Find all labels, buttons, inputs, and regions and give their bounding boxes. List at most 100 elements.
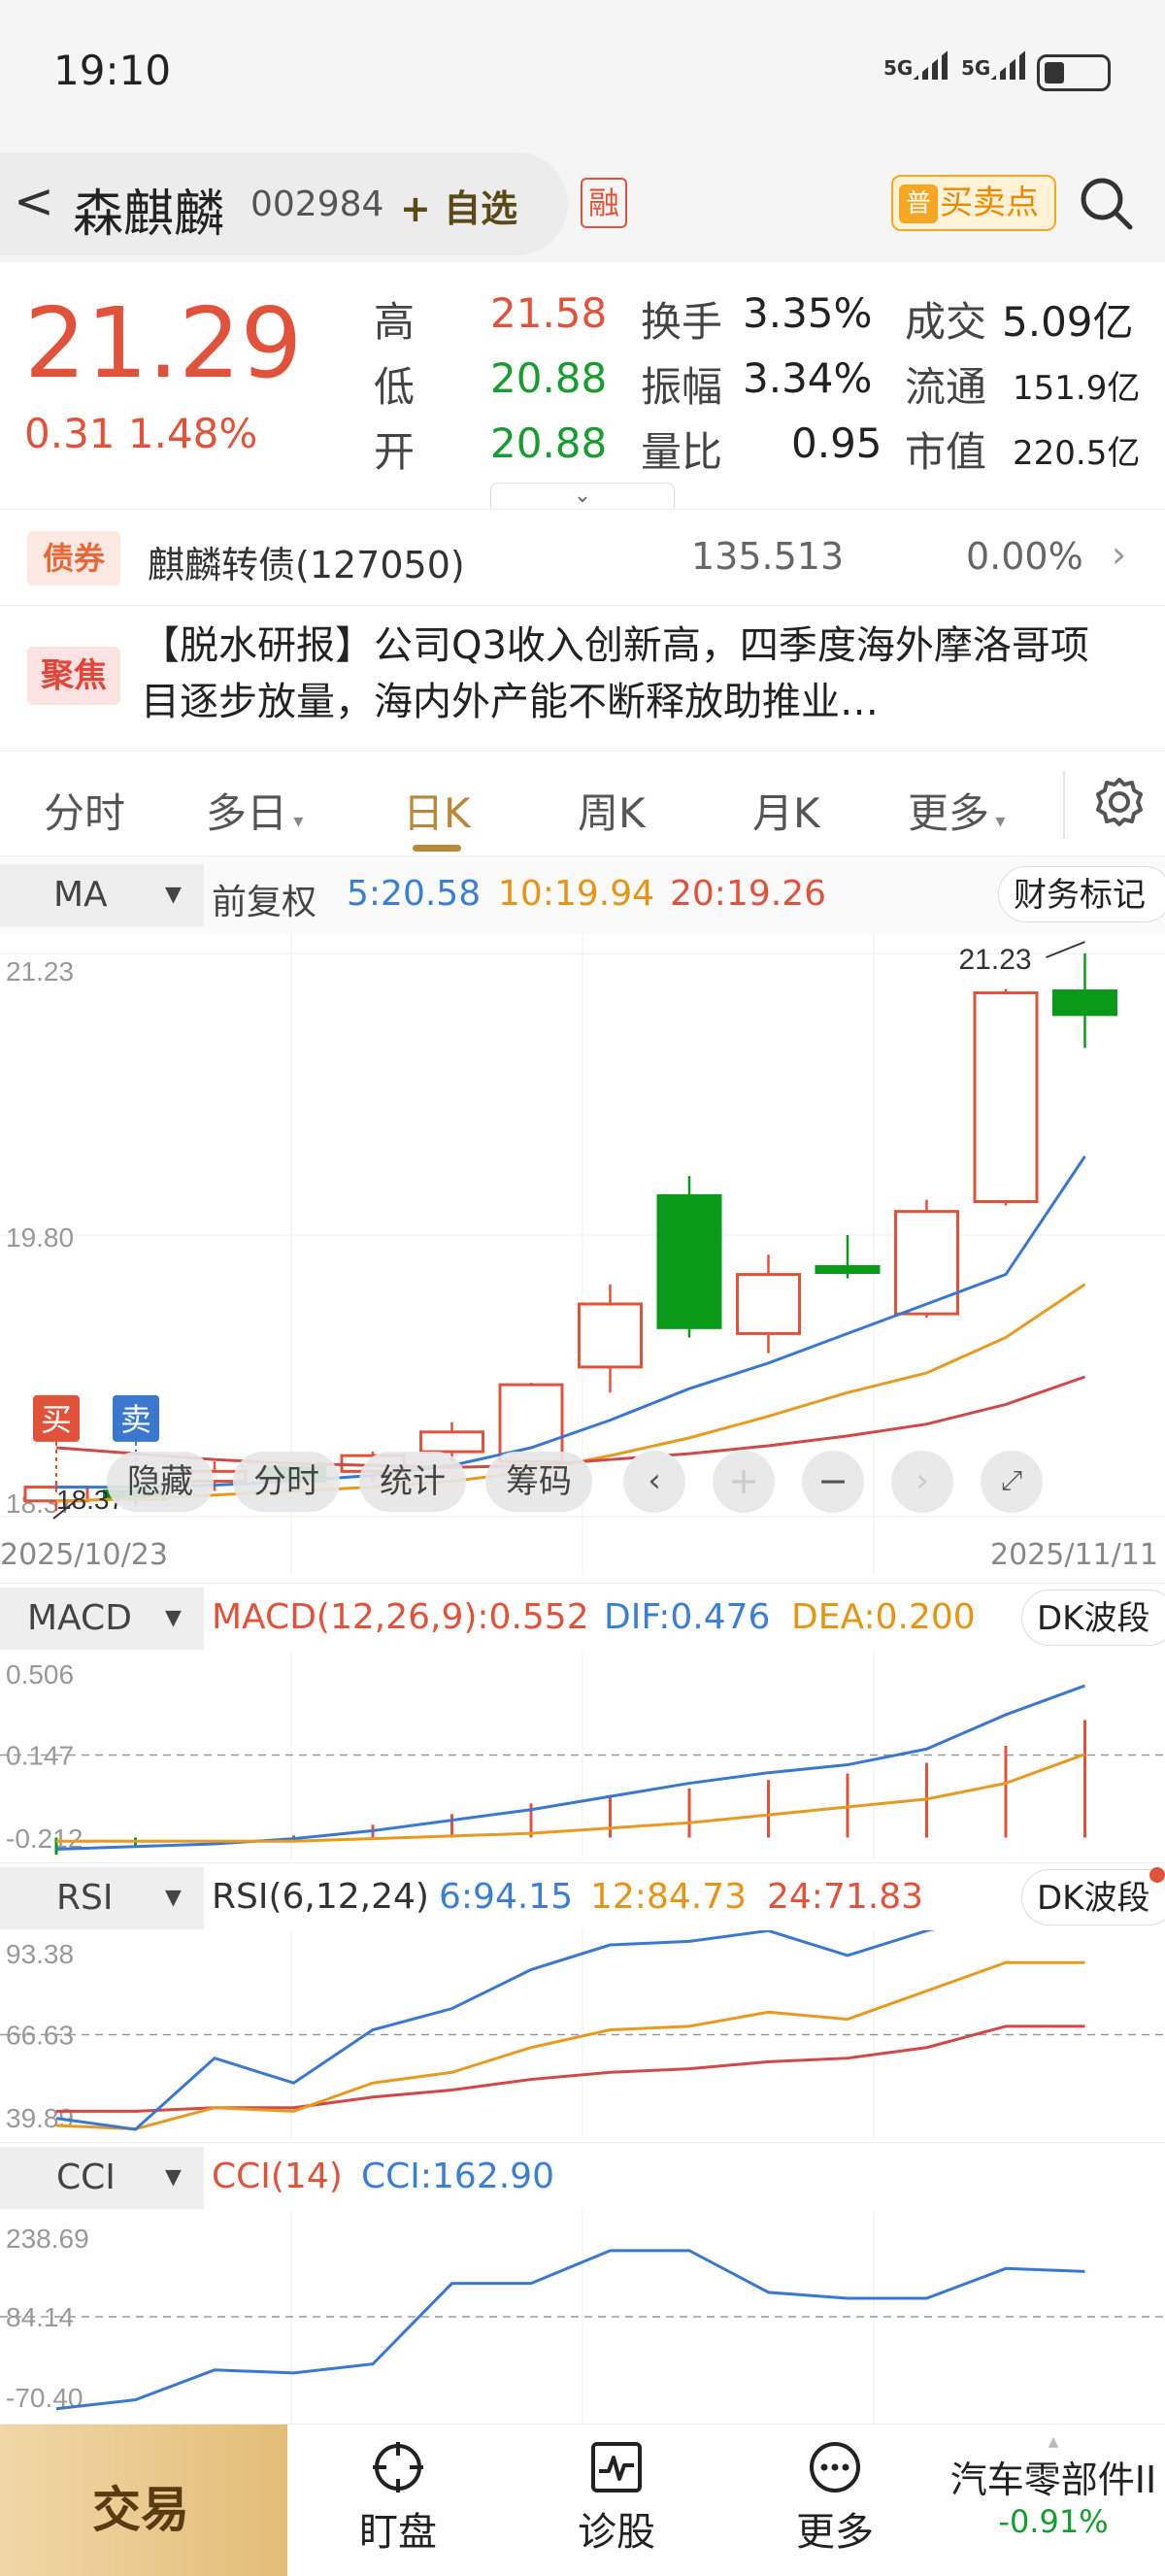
more-icon xyxy=(810,2442,860,2492)
hide-button[interactable]: 隐藏 xyxy=(107,1452,214,1512)
rsi-dk-button[interactable]: DK波段 xyxy=(1021,1869,1165,1925)
stats-button[interactable]: 统计 xyxy=(359,1452,466,1512)
y-axis-label: 0.506 xyxy=(6,1659,74,1689)
cci-selector[interactable]: CCI ▼ xyxy=(0,2147,204,2209)
tab-divider xyxy=(1063,771,1065,839)
zoom-out-icon[interactable]: − xyxy=(802,1451,864,1513)
macd-chart: 0.5060.147-0.212 xyxy=(0,1651,1165,1859)
candle-body xyxy=(1052,989,1117,1017)
market-cap-value: 220.5亿 xyxy=(1013,434,1141,473)
float-value: 151.9亿 xyxy=(1013,369,1141,408)
turnover-label: 换手 xyxy=(641,298,723,346)
tab-more[interactable]: 更多 ▾ xyxy=(908,781,1005,840)
trade-button[interactable]: 交易 xyxy=(0,2425,287,2576)
amplitude-value: 3.34% xyxy=(743,354,873,402)
deal-label: 成交 xyxy=(905,298,987,346)
candle-body xyxy=(815,1264,881,1275)
chevron-right-icon[interactable]: › xyxy=(891,1451,953,1513)
plus-icon: + xyxy=(400,187,445,230)
ma-selector[interactable]: MA ▼ xyxy=(0,864,204,926)
bond-badge: 债券 xyxy=(27,531,120,585)
tab-multiday[interactable]: 多日 ▾ xyxy=(206,781,303,840)
candle-body xyxy=(736,1273,801,1335)
tab-daily-k[interactable]: 日K xyxy=(403,781,471,840)
y-axis-label: 66.63 xyxy=(6,2021,74,2051)
dif-line xyxy=(55,1684,1086,1851)
adjust-mode[interactable]: 前复权 xyxy=(212,874,316,924)
macd-params: MACD(12,26,9):0.552 xyxy=(212,1597,589,1637)
zoom-in-icon[interactable]: + xyxy=(713,1451,775,1513)
pu-badge: 普 xyxy=(899,184,938,223)
target-icon xyxy=(373,2442,423,2492)
tab-monthly-k[interactable]: 月K xyxy=(752,781,820,840)
financial-mark-button[interactable]: 财务标记 xyxy=(998,866,1165,922)
expand-quote-button[interactable]: ⌄ xyxy=(490,483,675,508)
candle-body xyxy=(498,1383,564,1463)
rsi-chart: 93.3866.6339.89 xyxy=(0,1930,1165,2139)
clock: 19:10 xyxy=(53,47,172,94)
back-button[interactable]: < xyxy=(14,173,54,229)
chevron-left-icon[interactable]: ‹ xyxy=(623,1451,685,1513)
caret-up-icon: ▲ xyxy=(1048,2434,1059,2450)
current-price: 21.29 xyxy=(24,286,303,400)
low-value: 20.88 xyxy=(490,354,608,402)
convertible-bond-row[interactable]: 债券 麒麟转债(127050) 135.513 0.00% › xyxy=(0,509,1165,606)
cci-value: CCI:162.90 xyxy=(361,2157,554,2196)
buy-sell-points-button[interactable]: 普 买卖点 xyxy=(891,175,1056,231)
intraday-button[interactable]: 分时 xyxy=(233,1452,340,1512)
fullscreen-icon[interactable]: ⤢ xyxy=(981,1451,1043,1513)
y-axis-label: 21.23 xyxy=(6,956,74,987)
max-price-label: 21.23 xyxy=(959,944,1032,976)
chart-start-date: 2025/10/23 xyxy=(0,1538,168,1572)
notification-dot xyxy=(1149,1867,1165,1883)
rsi-selector[interactable]: RSI ▼ xyxy=(0,1867,204,1929)
pulse-chart-icon xyxy=(591,2442,642,2492)
turnover-value: 3.35% xyxy=(743,289,873,337)
bond-price: 135.513 xyxy=(691,535,845,578)
high-value: 21.58 xyxy=(490,289,608,337)
market-cap-label: 市值 xyxy=(905,428,987,476)
volume-ratio-label: 量比 xyxy=(641,428,723,476)
ma10-value: 10:19.94 xyxy=(498,874,654,914)
rsi6-value: 6:94.15 xyxy=(439,1877,574,1917)
stock-code: 002984 xyxy=(250,184,384,224)
tab-intraday[interactable]: 分时 xyxy=(44,781,125,840)
focus-news-row[interactable]: 聚焦 【脱水研报】公司Q3收入创新高，四季度海外摩洛哥项目逐步放量，海内外产能不… xyxy=(0,606,1165,752)
signal-label: 卖 xyxy=(120,1401,151,1438)
cci-params: CCI(14) xyxy=(212,2157,343,2196)
stock-name: 森麒麟 xyxy=(73,185,225,244)
price-change: 0.31 1.48% xyxy=(24,410,258,457)
deal-value: 5.09亿 xyxy=(1002,298,1134,346)
diagnose-button[interactable]: 诊股 xyxy=(539,2438,694,2564)
status-bar: 19:10 5G 5G xyxy=(0,0,1165,146)
more-button[interactable]: 更多 xyxy=(757,2438,913,2564)
cci-line xyxy=(55,2249,1085,2411)
focus-badge: 聚焦 xyxy=(27,647,120,705)
candle-body xyxy=(578,1302,643,1369)
bond-change: 0.00% xyxy=(966,535,1083,578)
margin-badge[interactable]: 融 xyxy=(581,178,627,228)
dea-line xyxy=(56,1753,1086,1843)
y-axis-label: 238.69 xyxy=(6,2224,89,2254)
y-axis-label: 0.147 xyxy=(6,1741,74,1771)
amplitude-label: 振幅 xyxy=(641,363,723,411)
add-watch-button[interactable]: + 自选 xyxy=(400,179,517,232)
low-label: 低 xyxy=(374,363,416,411)
chart-toolbar: 隐藏 分时 统计 筹码 ‹ + − › ⤢ xyxy=(107,1451,1043,1514)
sector-indicator[interactable]: ▲ 汽车零部件II -0.91% xyxy=(942,2434,1165,2570)
macd-dea: DEA:0.200 xyxy=(791,1597,976,1637)
chips-button[interactable]: 筹码 xyxy=(485,1452,592,1512)
macd-selector[interactable]: MACD ▼ xyxy=(0,1588,204,1650)
rsi6-line xyxy=(55,1930,936,2131)
signal-icon: 5G xyxy=(961,50,1026,80)
chevron-right-icon: › xyxy=(1112,533,1127,576)
candle-body xyxy=(419,1430,484,1454)
macd-dk-button[interactable]: DK波段 xyxy=(1021,1589,1165,1646)
ma-bar: MA ▼ 前复权 5:20.58 10:19.94 20:19.26 财务标记 xyxy=(0,856,1165,934)
gear-icon[interactable] xyxy=(1092,775,1147,829)
open-label: 开 xyxy=(374,428,416,476)
watch-button[interactable]: 盯盘 xyxy=(320,2438,476,2564)
y-axis-label: 19.80 xyxy=(6,1222,74,1253)
tab-weekly-k[interactable]: 周K xyxy=(578,781,646,840)
search-icon[interactable] xyxy=(1078,175,1134,231)
